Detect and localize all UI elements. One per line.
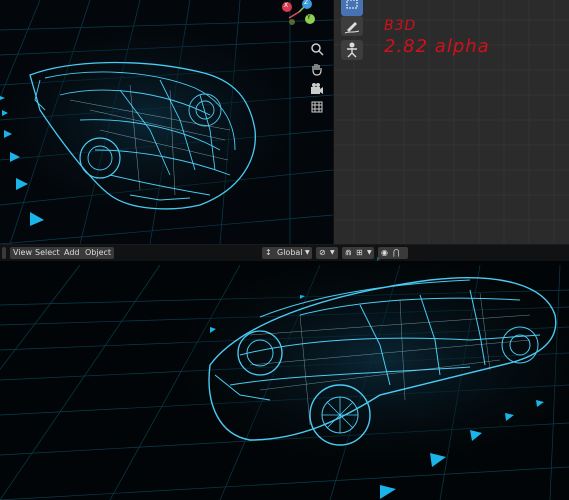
pivot-icon: ⊘ — [319, 248, 326, 257]
transform-orientation-dropdown[interactable]: ↕ Global ▼ — [262, 247, 312, 259]
menu-object[interactable]: Object — [82, 247, 115, 259]
gizmo-axis-x: X — [284, 2, 289, 9]
annotate-select-button[interactable] — [341, 0, 363, 16]
falloff-curve-icon: ⋂ — [393, 248, 400, 257]
annotation-text-line1: B3D — [384, 18, 417, 34]
menu-select[interactable]: Select — [32, 247, 63, 259]
camera-icon[interactable] — [310, 82, 324, 96]
snap-dropdown[interactable]: ⋒ ⊞ ▼ — [342, 247, 374, 259]
snap-element-icon: ⊞ — [356, 248, 363, 257]
menu-add[interactable]: Add — [61, 247, 83, 259]
magnet-icon: ⋒ — [345, 248, 352, 257]
gizmo-axis-y: Y — [307, 14, 311, 21]
pivot-point-dropdown[interactable]: ⊘ ▼ — [316, 247, 338, 259]
chevron-down-icon: ▼ — [305, 249, 310, 256]
chevron-down-icon: ▼ — [330, 249, 335, 256]
proportional-editing-toggle[interactable]: ◉ ⋂ — [378, 247, 408, 259]
zoom-icon[interactable] — [310, 42, 324, 56]
viewport-header: View Select Add Object ↕ Global ▼ ⊘ ▼ ⋒ … — [0, 245, 569, 261]
viewport-bottom[interactable]: View Select Add Object ↕ Global ▼ ⊘ ▼ ⋒ … — [0, 245, 569, 500]
orientation-label: Global — [277, 248, 303, 257]
chevron-down-icon: ▼ — [367, 249, 372, 256]
annotate-pen-icon[interactable] — [341, 16, 363, 36]
pan-hand-icon[interactable] — [310, 62, 324, 76]
gizmo-axis-z: Z — [304, 0, 309, 6]
viewport-top[interactable]: X Y Z — [0, 0, 333, 244]
annotation-text-line2: 2.82 alpha — [384, 36, 490, 57]
proportional-dot-icon: ◉ — [381, 248, 388, 257]
grid-icon[interactable] — [310, 100, 324, 114]
orientation-icon: ↕ — [265, 248, 272, 257]
select-person-icon[interactable] — [341, 40, 363, 60]
orientation-gizmo[interactable]: X Y Z — [278, 0, 320, 28]
editor-type-button[interactable] — [2, 247, 6, 259]
